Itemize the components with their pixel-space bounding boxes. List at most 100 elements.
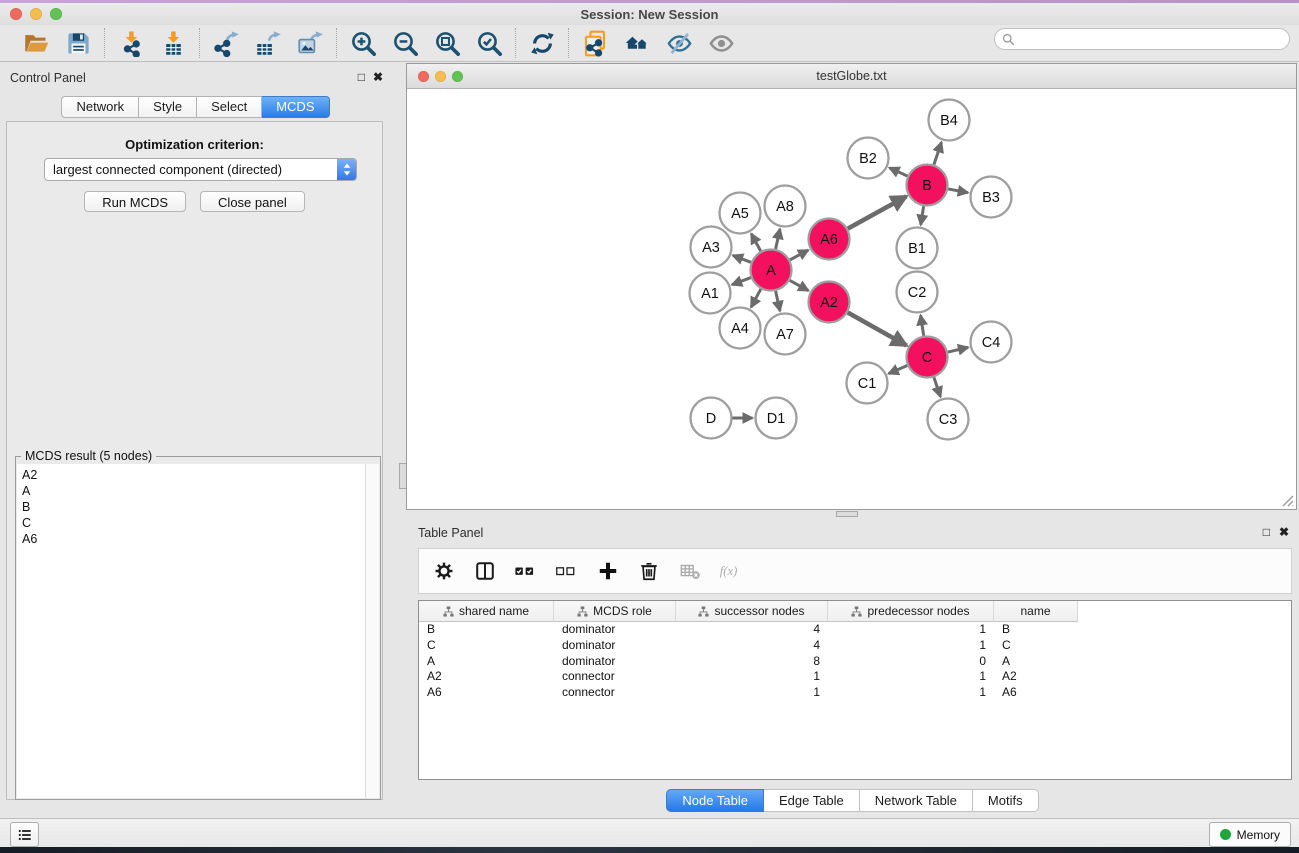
table-cell[interactable]: B <box>419 622 554 638</box>
column-header-name[interactable]: name <box>994 601 1078 622</box>
table-cell[interactable]: A <box>419 654 554 670</box>
delete-column-icon[interactable] <box>637 559 661 583</box>
table-cell[interactable]: dominator <box>554 638 676 654</box>
table-cell[interactable]: 8 <box>676 654 828 670</box>
graph-edge-A-A3[interactable] <box>733 255 751 262</box>
graph-edge-A-A6[interactable] <box>790 250 808 260</box>
graph-node-C2[interactable]: C2 <box>897 272 938 313</box>
apply-layout-icon[interactable] <box>527 28 557 58</box>
network-canvas[interactable]: B4B2BB3A5A8A6B1A3AA1C2A2A4A7C4CC1C3DD1 <box>407 89 1296 509</box>
graph-node-B[interactable]: B <box>907 165 948 206</box>
graph-edge-A-A4[interactable] <box>751 289 761 307</box>
deselect-all-icon[interactable] <box>555 559 579 583</box>
graph-edge-A6-B[interactable] <box>848 196 907 228</box>
network-graph[interactable]: B4B2BB3A5A8A6B1A3AA1C2A2A4A7C4CC1C3DD1 <box>407 89 1296 509</box>
criterion-dropdown[interactable]: largest connected component (directed) <box>44 158 357 181</box>
graph-edge-C-C3[interactable] <box>934 377 941 396</box>
graph-edge-A-A2[interactable] <box>790 280 809 290</box>
tab-network-table[interactable]: Network Table <box>860 789 973 812</box>
import-table-icon[interactable] <box>158 28 188 58</box>
close-panel-button[interactable]: Close panel <box>200 191 305 212</box>
first-neighbors-icon[interactable] <box>622 28 652 58</box>
table-cell[interactable]: 0 <box>828 654 994 670</box>
close-table-panel-icon[interactable]: ✖ <box>1279 526 1289 538</box>
table-cell[interactable]: A2 <box>994 669 1078 685</box>
float-panel-icon[interactable]: □ <box>358 71 365 83</box>
import-network-icon[interactable] <box>116 28 146 58</box>
graph-edge-C-C4[interactable] <box>948 347 968 352</box>
search-box[interactable] <box>994 28 1290 50</box>
graph-edge-B-B1[interactable] <box>921 206 924 225</box>
graph-node-C1[interactable]: C1 <box>847 363 888 404</box>
tab-node-table[interactable]: Node Table <box>666 789 764 812</box>
table-row[interactable]: A6connector11A6 <box>419 685 1291 701</box>
table-cell[interactable]: connector <box>554 669 676 685</box>
graph-node-B4[interactable]: B4 <box>929 100 970 141</box>
graph-node-A7[interactable]: A7 <box>765 314 806 355</box>
table-cell[interactable]: 1 <box>676 669 828 685</box>
graph-node-B2[interactable]: B2 <box>848 138 889 179</box>
float-table-panel-icon[interactable]: □ <box>1263 526 1270 538</box>
graph-node-A[interactable]: A <box>751 250 792 291</box>
table-cell[interactable]: B <box>994 622 1078 638</box>
graph-edge-A-A8[interactable] <box>776 229 780 249</box>
graph-node-A5[interactable]: A5 <box>720 193 761 234</box>
graph-edge-C-C2[interactable] <box>921 315 924 336</box>
table-cell[interactable]: dominator <box>554 622 676 638</box>
zoom-fit-icon[interactable] <box>432 28 462 58</box>
graph-node-D[interactable]: D <box>691 398 732 439</box>
table-cell[interactable]: C <box>994 638 1078 654</box>
table-row[interactable]: A2connector11A2 <box>419 669 1291 685</box>
tab-network[interactable]: Network <box>61 96 139 118</box>
graph-node-A8[interactable]: A8 <box>765 186 806 227</box>
table-cell[interactable]: connector <box>554 685 676 701</box>
graph-node-A6[interactable]: A6 <box>809 219 850 260</box>
graph-node-B3[interactable]: B3 <box>971 177 1012 218</box>
graph-node-C[interactable]: C <box>907 337 948 378</box>
graph-edge-B-B3[interactable] <box>948 189 968 193</box>
table-cell[interactable]: 1 <box>828 638 994 654</box>
add-column-icon[interactable] <box>596 559 620 583</box>
export-network-icon[interactable] <box>211 28 241 58</box>
graph-edge-A-A5[interactable] <box>751 234 761 251</box>
horizontal-splitter-grip[interactable] <box>836 511 858 517</box>
graph-edge-A-A7[interactable] <box>776 291 780 311</box>
column-header-successor-nodes[interactable]: successor nodes <box>676 601 828 622</box>
run-mcds-button[interactable]: Run MCDS <box>84 191 186 212</box>
table-row[interactable]: Bdominator41B <box>419 622 1291 638</box>
table-cell[interactable]: 1 <box>828 669 994 685</box>
graph-edge-B-B4[interactable] <box>934 142 942 164</box>
table-cell[interactable]: A <box>994 654 1078 670</box>
column-panel-icon[interactable] <box>473 559 497 583</box>
table-cell[interactable]: 1 <box>676 685 828 701</box>
table-cell[interactable]: 4 <box>676 622 828 638</box>
graph-node-C4[interactable]: C4 <box>971 322 1012 363</box>
graph-edge-A-A1[interactable] <box>732 278 751 285</box>
open-session-icon[interactable] <box>21 28 51 58</box>
network-window-titlebar[interactable]: testGlobe.txt <box>407 64 1296 89</box>
task-history-button[interactable] <box>10 822 39 847</box>
column-header-predecessor-nodes[interactable]: predecessor nodes <box>828 601 994 622</box>
table-row[interactable]: Adominator80A <box>419 654 1291 670</box>
hide-selected-icon[interactable] <box>664 28 694 58</box>
column-header-shared-name[interactable]: shared name <box>419 601 554 622</box>
tab-motifs[interactable]: Motifs <box>973 789 1039 812</box>
tab-style[interactable]: Style <box>139 96 197 118</box>
mcds-result-item[interactable]: B <box>22 499 365 515</box>
graph-edge-A2-C[interactable] <box>848 313 907 346</box>
graph-node-A4[interactable]: A4 <box>720 308 761 349</box>
mcds-result-item[interactable]: C <box>22 515 365 531</box>
zoom-in-icon[interactable] <box>348 28 378 58</box>
mcds-result-item[interactable]: A <box>22 483 365 499</box>
table-cell[interactable]: 1 <box>828 685 994 701</box>
search-input[interactable] <box>1019 31 1273 47</box>
table-cell[interactable]: 1 <box>828 622 994 638</box>
mcds-result-item[interactable]: A2 <box>22 467 365 483</box>
tab-select[interactable]: Select <box>197 96 262 118</box>
table-cell[interactable]: 4 <box>676 638 828 654</box>
table-cell[interactable]: A2 <box>419 669 554 685</box>
export-table-icon[interactable] <box>253 28 283 58</box>
table-cell[interactable]: A6 <box>419 685 554 701</box>
graph-node-D1[interactable]: D1 <box>756 398 797 439</box>
mcds-result-item[interactable]: A6 <box>22 531 365 547</box>
